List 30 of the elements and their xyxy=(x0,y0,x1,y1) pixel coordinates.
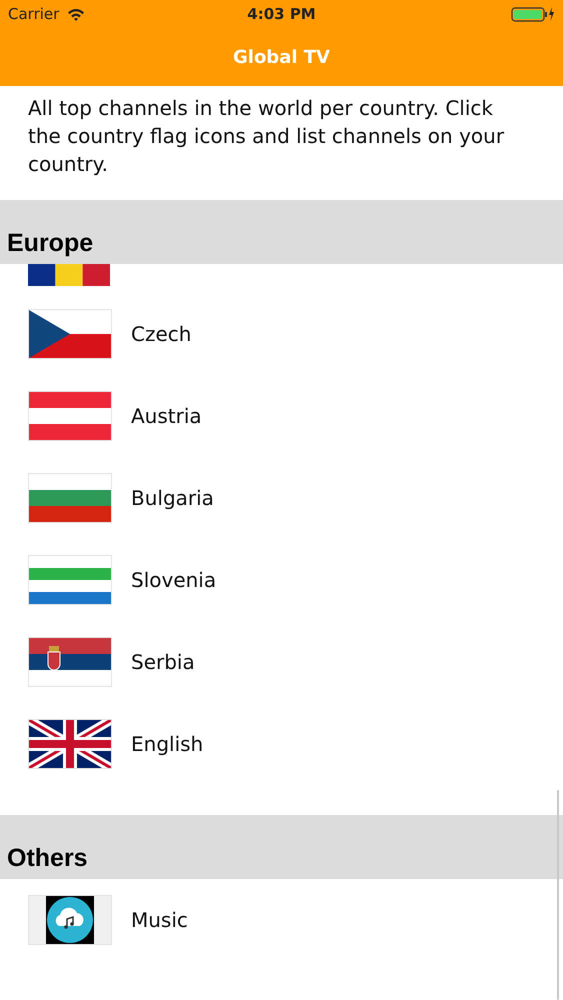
battery-icon xyxy=(511,6,556,22)
country-label: Slovenia xyxy=(131,568,216,592)
clock: 4:03 PM xyxy=(247,5,316,23)
country-row[interactable]: English xyxy=(0,703,563,785)
country-label: Bulgaria xyxy=(131,486,214,510)
section-title: Europe xyxy=(7,229,94,258)
description-text: All top channels in the world per country. Click the country flag icons and list channels on your country. xyxy=(27,95,506,178)
country-label: Czech xyxy=(131,322,192,346)
country-label: Serbia xyxy=(131,650,195,674)
cloud-music-icon xyxy=(28,895,112,945)
carrier-label: Carrier xyxy=(8,5,60,23)
flag-icon xyxy=(28,391,112,441)
country-row[interactable]: Music xyxy=(0,879,563,961)
nav-title: Global TV xyxy=(233,46,330,68)
country-row[interactable]: Austria xyxy=(0,375,563,457)
flag-icon xyxy=(28,264,110,286)
flag-icon xyxy=(28,473,112,523)
country-row[interactable]: Slovenia xyxy=(0,539,563,621)
wifi-icon xyxy=(67,8,86,20)
country-label: Austria xyxy=(131,404,202,428)
country-row[interactable]: Czech xyxy=(0,293,563,375)
section-title: Others xyxy=(7,844,88,873)
country-row[interactable]: Serbia xyxy=(0,621,563,703)
flag-icon xyxy=(28,555,112,605)
flag-icon xyxy=(28,637,112,687)
flag-icon xyxy=(28,719,112,769)
country-label: English xyxy=(131,732,204,756)
country-row[interactable]: Bulgaria xyxy=(0,457,563,539)
flag-icon xyxy=(28,309,112,359)
country-label: Music xyxy=(131,908,188,932)
